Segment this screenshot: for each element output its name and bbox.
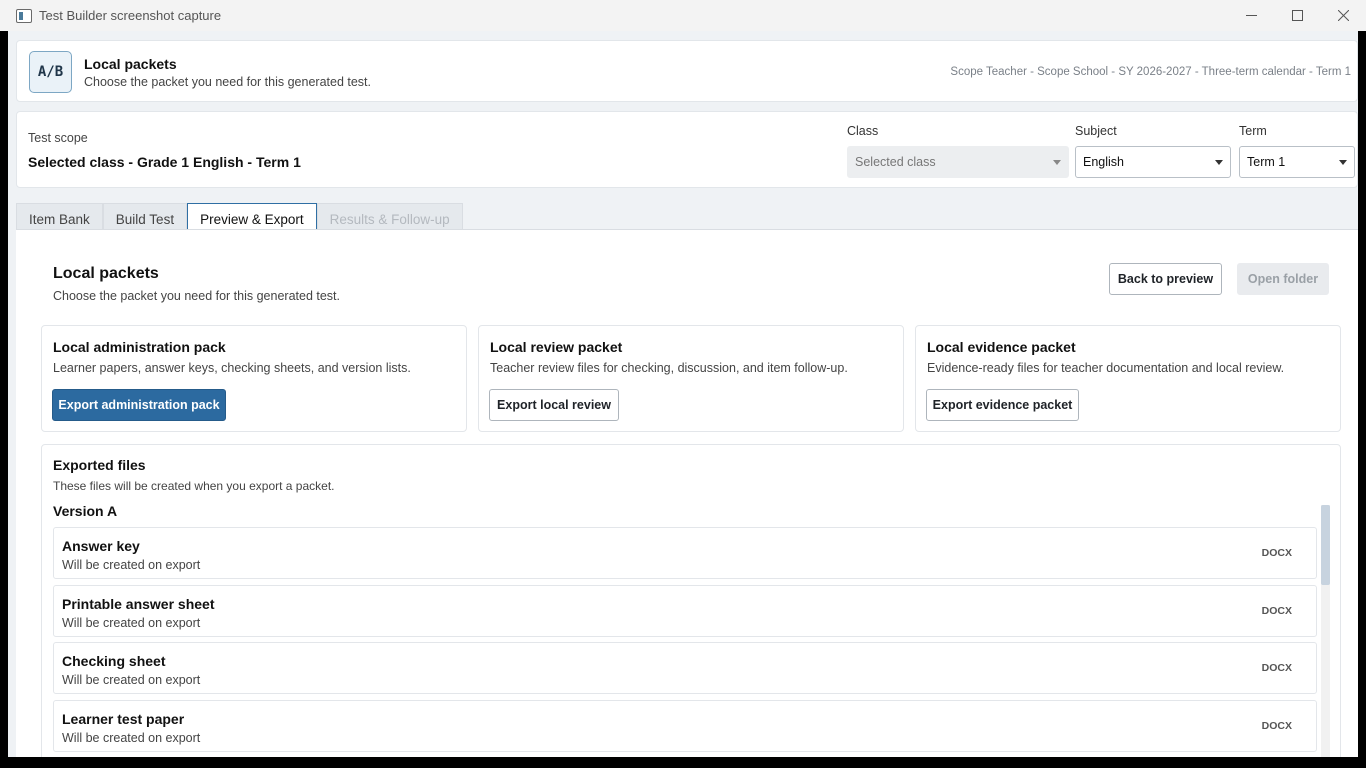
file-name: Answer key xyxy=(62,538,140,554)
tab-build-test[interactable]: Build Test xyxy=(102,203,188,230)
file-row[interactable]: Answer key Will be created on export DOC… xyxy=(53,527,1317,579)
subject-select-value: English xyxy=(1083,155,1124,169)
pack-description: Learner papers, answer keys, checking sh… xyxy=(53,361,411,375)
header-context: Scope Teacher - Scope School - SY 2026-2… xyxy=(950,66,1351,78)
file-row[interactable]: Learner test paper Will be created on ex… xyxy=(53,700,1317,752)
scope-label: Test scope xyxy=(28,131,88,145)
app-client: A/B Local packets Choose the packet you … xyxy=(8,31,1358,757)
administration-pack-card: Local administration pack Learner papers… xyxy=(41,325,467,432)
file-status: Will be created on export xyxy=(62,731,201,745)
scrollbar-thumb[interactable] xyxy=(1321,505,1330,585)
tab-results-follow-up: Results & Follow-up xyxy=(316,203,463,230)
pack-title: Local review packet xyxy=(490,339,623,355)
version-label: Version A xyxy=(53,503,118,519)
pack-description: Teacher review files for checking, discu… xyxy=(490,361,848,375)
tab-bar: Item Bank Build Test Preview & Export Re… xyxy=(16,203,463,231)
close-icon[interactable] xyxy=(1320,0,1366,31)
export-administration-pack-button[interactable]: Export administration pack xyxy=(52,389,226,421)
open-folder-button: Open folder xyxy=(1237,263,1329,295)
tab-preview-export[interactable]: Preview & Export xyxy=(187,203,317,231)
file-status: Will be created on export xyxy=(62,616,201,630)
panel-subtitle: Choose the packet you need for this gene… xyxy=(53,289,340,303)
export-evidence-packet-button[interactable]: Export evidence packet xyxy=(926,389,1079,421)
window-controls xyxy=(1228,0,1366,31)
export-local-review-button[interactable]: Export local review xyxy=(489,389,619,421)
file-name: Learner test paper xyxy=(62,711,185,727)
class-label: Class xyxy=(847,124,879,138)
header-title: Local packets xyxy=(84,56,177,72)
file-status: Will be created on export xyxy=(62,558,201,572)
chevron-down-icon xyxy=(1339,160,1347,165)
files-scrollbar[interactable] xyxy=(1321,505,1330,757)
file-type-badge: DOCX xyxy=(1261,547,1292,559)
pack-description: Evidence-ready files for teacher documen… xyxy=(927,361,1285,375)
header-subtitle: Choose the packet you need for this gene… xyxy=(84,75,371,89)
review-packet-card: Local review packet Teacher review files… xyxy=(478,325,904,432)
file-name: Checking sheet xyxy=(62,653,166,669)
evidence-packet-card: Local evidence packet Evidence-ready fil… xyxy=(915,325,1341,432)
window-titlebar: Test Builder screenshot capture xyxy=(0,0,1366,31)
term-select-value: Term 1 xyxy=(1247,155,1286,169)
file-type-badge: DOCX xyxy=(1261,720,1292,732)
chevron-down-icon xyxy=(1053,160,1061,165)
ab-logo-icon: A/B xyxy=(29,51,72,93)
subject-label: Subject xyxy=(1075,124,1117,138)
term-select[interactable]: Term 1 xyxy=(1239,146,1355,178)
pack-title: Local evidence packet xyxy=(927,339,1076,355)
file-row[interactable]: Printable answer sheet Will be created o… xyxy=(53,585,1317,637)
scope-value: Selected class - Grade 1 English - Term … xyxy=(28,154,301,170)
term-label: Term xyxy=(1239,124,1267,138)
minimize-icon[interactable] xyxy=(1228,0,1274,31)
file-type-badge: DOCX xyxy=(1261,662,1292,674)
class-select: Selected class xyxy=(847,146,1069,178)
back-to-preview-button[interactable]: Back to preview xyxy=(1109,263,1222,295)
tab-item-bank[interactable]: Item Bank xyxy=(16,203,103,230)
chevron-down-icon xyxy=(1215,160,1223,165)
files-subtitle: These files will be created when you exp… xyxy=(53,479,335,493)
window-title: Test Builder screenshot capture xyxy=(39,8,222,23)
scope-card: Test scope Selected class - Grade 1 Engl… xyxy=(16,111,1358,188)
maximize-icon[interactable] xyxy=(1274,0,1320,31)
file-type-badge: DOCX xyxy=(1261,605,1292,617)
preview-export-panel: Local packets Choose the packet you need… xyxy=(16,229,1358,757)
panel-title: Local packets xyxy=(53,265,159,282)
exported-files-card: Exported files These files will be creat… xyxy=(41,444,1341,757)
app-icon xyxy=(16,8,32,23)
file-row[interactable]: Checking sheet Will be created on export… xyxy=(53,642,1317,694)
pack-title: Local administration pack xyxy=(53,339,226,355)
file-name: Printable answer sheet xyxy=(62,596,215,612)
subject-select[interactable]: English xyxy=(1075,146,1231,178)
class-select-value: Selected class xyxy=(855,155,936,169)
file-status: Will be created on export xyxy=(62,673,201,687)
header-card: A/B Local packets Choose the packet you … xyxy=(16,40,1358,102)
files-title: Exported files xyxy=(53,457,146,473)
